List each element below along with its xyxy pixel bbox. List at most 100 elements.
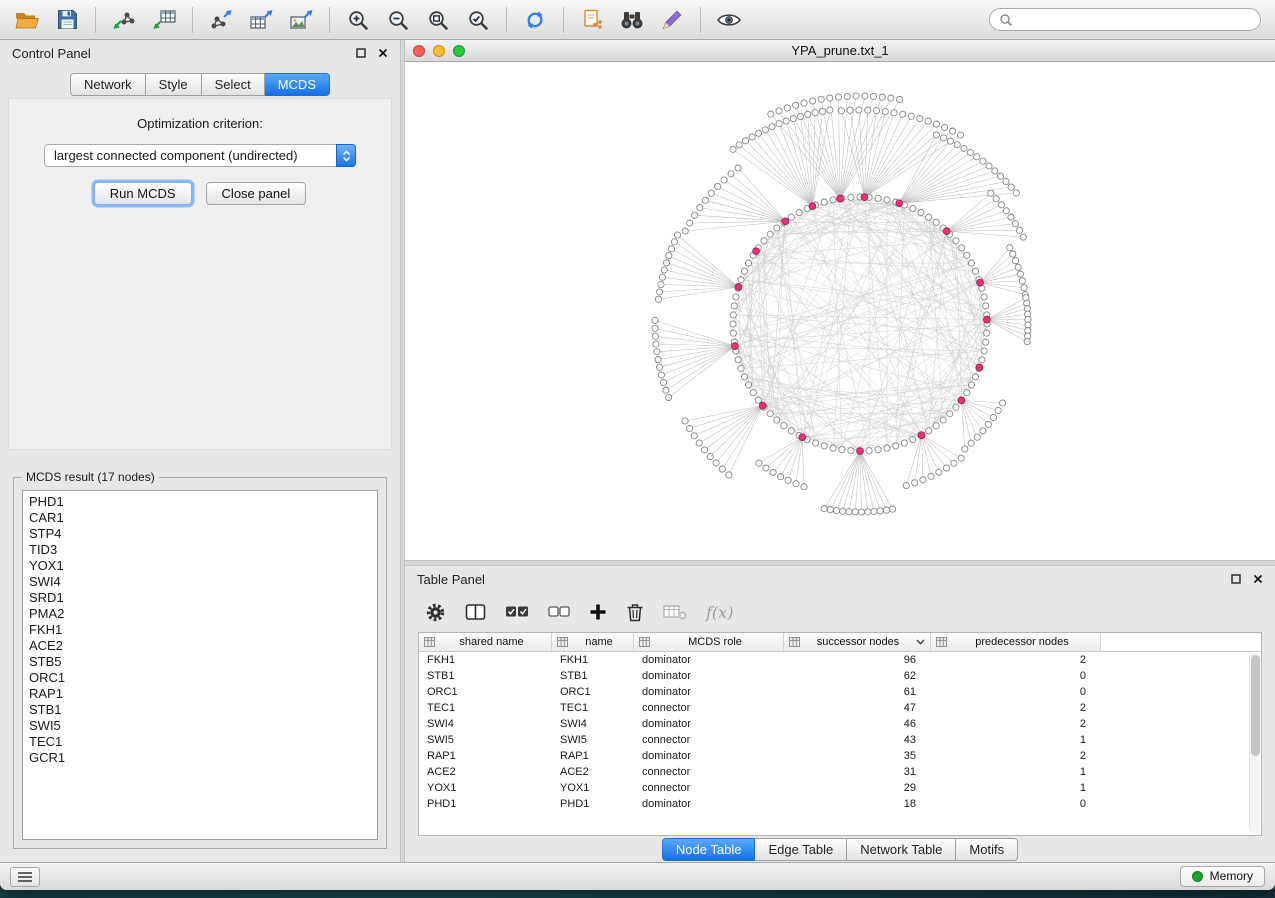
tab-mcds[interactable]: MCDS <box>265 73 330 96</box>
column-header-predecessor-nodes[interactable]: predecessor nodes <box>931 633 1101 651</box>
window-minimize-button[interactable] <box>433 45 445 57</box>
memory-label: Memory <box>1210 869 1253 883</box>
table-row[interactable]: ORC1ORC1dominator610 <box>419 684 1261 700</box>
table-row[interactable]: PHD1PHD1dominator180 <box>419 796 1261 812</box>
close-panel-icon-button[interactable] <box>378 48 388 58</box>
table-row[interactable]: RAP1RAP1dominator352 <box>419 748 1261 764</box>
export-image-button[interactable] <box>282 4 320 36</box>
table-cell: dominator <box>634 670 784 682</box>
mcds-result-item[interactable]: PMA2 <box>29 606 371 622</box>
column-header-shared-name[interactable]: shared name <box>419 633 552 651</box>
add-row-button[interactable] <box>589 603 607 621</box>
table-row[interactable]: FKH1FKH1dominator962 <box>419 652 1261 668</box>
deselect-all-button[interactable] <box>548 604 570 620</box>
column-header-MCDS-role[interactable]: MCDS role <box>634 633 784 651</box>
panel-menu-button[interactable] <box>10 867 40 887</box>
tab-node-table[interactable]: Node Table <box>662 838 756 861</box>
plus-icon <box>589 603 607 621</box>
mcds-result-item[interactable]: SWI5 <box>29 718 371 734</box>
network-graph-svg[interactable] <box>405 62 1274 560</box>
mcds-result-item[interactable]: ORC1 <box>29 670 371 686</box>
search-box[interactable] <box>989 8 1261 31</box>
table-cell: 46 <box>784 718 931 730</box>
table-row[interactable]: SWI5SWI5connector431 <box>419 732 1261 748</box>
table-settings-button[interactable] <box>425 602 446 623</box>
table-cell: dominator <box>634 654 784 666</box>
mcds-result-item[interactable]: RAP1 <box>29 686 371 702</box>
zoom-out-button[interactable] <box>379 4 417 36</box>
mcds-result-item[interactable]: STP4 <box>29 526 371 542</box>
delete-row-button[interactable] <box>626 602 644 622</box>
table-cell: ACE2 <box>552 766 634 778</box>
tab-select[interactable]: Select <box>202 73 265 96</box>
window-zoom-button[interactable] <box>453 45 465 57</box>
scrollbar-thumb[interactable] <box>1251 655 1260 756</box>
toolbar-separator <box>95 7 96 33</box>
table-vertical-scrollbar[interactable] <box>1249 653 1260 833</box>
export-table-button[interactable] <box>242 4 280 36</box>
control-panel-tabbar: Network Style Select MCDS <box>0 73 400 96</box>
float-panel-button[interactable] <box>356 48 366 58</box>
tab-network-table[interactable]: Network Table <box>847 838 956 861</box>
mcds-result-item[interactable]: CAR1 <box>29 510 371 526</box>
search-input[interactable] <box>1019 13 1251 27</box>
table-cell: RAP1 <box>552 750 634 762</box>
zoom-selected-button[interactable] <box>459 4 497 36</box>
find-button[interactable] <box>613 4 651 36</box>
window-close-button[interactable] <box>413 45 425 57</box>
mcds-result-item[interactable]: STB5 <box>29 654 371 670</box>
show-graphics-details-button[interactable] <box>710 4 748 36</box>
table-cell: FKH1 <box>419 654 552 666</box>
mcds-result-item[interactable]: FKH1 <box>29 622 371 638</box>
table-cell: 1 <box>931 766 1101 778</box>
close-table-panel-button[interactable] <box>1253 574 1263 584</box>
select-all-button[interactable] <box>505 604 529 620</box>
tab-motifs[interactable]: Motifs <box>956 838 1018 861</box>
mcds-result-item[interactable]: STB1 <box>29 702 371 718</box>
mcds-result-item[interactable]: ACE2 <box>29 638 371 654</box>
optimization-criterion-select[interactable]: largest connected component (undirected) <box>44 144 356 167</box>
table-cell: 2 <box>931 702 1101 714</box>
float-table-panel-button[interactable] <box>1231 574 1241 584</box>
import-network-icon <box>112 9 137 31</box>
mcds-result-list[interactable]: PHD1CAR1STP4TID3YOX1SWI4SRD1PMA2FKH1ACE2… <box>22 490 378 840</box>
network-canvas[interactable] <box>405 62 1275 560</box>
refresh-button[interactable] <box>516 4 554 36</box>
tab-network[interactable]: Network <box>70 73 146 96</box>
import-network-button[interactable] <box>105 4 143 36</box>
tab-edge-table[interactable]: Edge Table <box>755 838 847 861</box>
save-button[interactable] <box>48 4 86 36</box>
column-header-name[interactable]: name <box>552 633 634 651</box>
zoom-in-button[interactable] <box>339 4 377 36</box>
table-row[interactable]: TEC1TEC1connector472 <box>419 700 1261 716</box>
node-table: shared namenameMCDS rolesuccessor nodesp… <box>418 632 1262 836</box>
table-row[interactable]: STB1STB1dominator620 <box>419 668 1261 684</box>
function-builder-button[interactable]: f(x) <box>706 603 733 622</box>
save-disk-icon <box>57 9 78 30</box>
table-row[interactable]: SWI4SWI4dominator462 <box>419 716 1261 732</box>
run-mcds-button[interactable]: Run MCDS <box>94 182 192 205</box>
table-row[interactable]: ACE2ACE2connector311 <box>419 764 1261 780</box>
open-button[interactable] <box>8 4 46 36</box>
mcds-result-item[interactable]: TEC1 <box>29 734 371 750</box>
clone-network-button[interactable] <box>573 4 611 36</box>
import-table-button[interactable] <box>145 4 183 36</box>
table-row[interactable]: YOX1YOX1connector291 <box>419 780 1261 796</box>
table-tabbar: Node Table Edge Table Network Table Moti… <box>405 836 1275 862</box>
mcds-result-item[interactable]: SRD1 <box>29 590 371 606</box>
mcds-result-item[interactable]: YOX1 <box>29 558 371 574</box>
zoom-fit-button[interactable] <box>419 4 457 36</box>
close-panel-button[interactable]: Close panel <box>206 182 307 205</box>
column-header-successor-nodes[interactable]: successor nodes <box>784 633 931 651</box>
mcds-result-item[interactable]: SWI4 <box>29 574 371 590</box>
tab-style[interactable]: Style <box>146 73 202 96</box>
memory-button[interactable]: Memory <box>1180 866 1265 887</box>
mcds-result-item[interactable]: GCR1 <box>29 750 371 766</box>
export-network-button[interactable] <box>202 4 240 36</box>
style-wizard-button[interactable] <box>653 4 691 36</box>
delete-table-button[interactable] <box>663 603 687 621</box>
show-columns-button[interactable] <box>465 603 486 621</box>
mcds-result-item[interactable]: PHD1 <box>29 494 371 510</box>
network-window-titlebar[interactable]: YPA_prune.txt_1 <box>405 40 1275 62</box>
mcds-result-item[interactable]: TID3 <box>29 542 371 558</box>
